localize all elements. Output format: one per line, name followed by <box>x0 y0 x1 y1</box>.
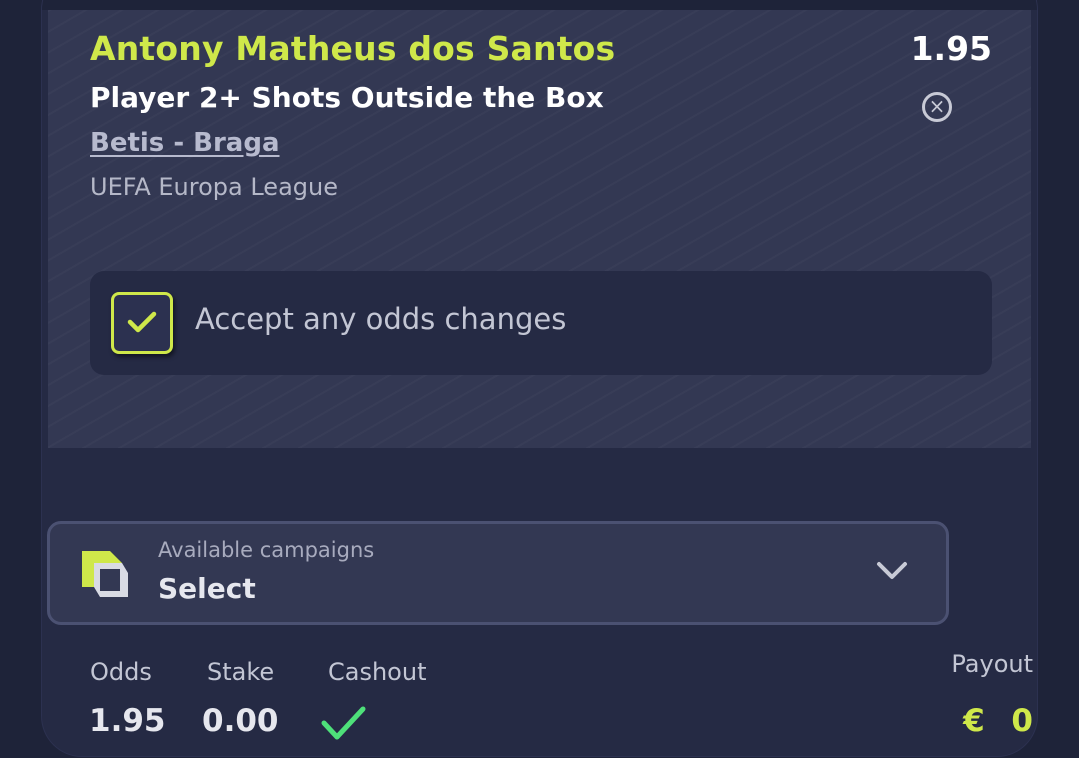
checkmark-icon <box>127 311 157 333</box>
close-circle-icon: × <box>928 94 946 118</box>
bet-selection: Antony Matheus dos Santos 1.95 Player 2+… <box>48 10 1031 448</box>
accept-odds-row[interactable]: Accept any odds changes <box>90 271 992 375</box>
card-top-strip <box>42 0 1037 10</box>
odds-value: 1.95 <box>89 703 166 739</box>
chevron-down-icon <box>877 562 907 579</box>
campaigns-dropdown[interactable]: Available campaigns Select <box>47 521 949 625</box>
accept-odds-label: Accept any odds changes <box>195 302 567 336</box>
match-link[interactable]: Betis - Braga <box>90 128 280 158</box>
selection-odds: 1.95 <box>910 29 992 68</box>
league-name: UEFA Europa League <box>90 173 338 201</box>
cashout-check-icon <box>321 706 366 740</box>
odds-label: Odds <box>90 658 152 686</box>
payout-value: € 0 <box>963 703 1033 739</box>
player-name: Antony Matheus dos Santos <box>90 29 616 68</box>
remove-selection-button[interactable]: × <box>922 92 952 122</box>
campaigns-value: Select <box>158 572 256 605</box>
campaigns-label: Available campaigns <box>158 538 375 562</box>
stake-value: 0.00 <box>202 703 279 739</box>
betslip-card: Antony Matheus dos Santos 1.95 Player 2+… <box>42 0 1037 756</box>
market-name: Player 2+ Shots Outside the Box <box>90 81 604 114</box>
payout-label: Payout <box>951 650 1033 678</box>
accept-odds-checkbox[interactable] <box>111 292 173 354</box>
cashout-label: Cashout <box>328 658 427 686</box>
campaign-logo-icon <box>82 551 128 597</box>
stake-label: Stake <box>207 658 275 686</box>
